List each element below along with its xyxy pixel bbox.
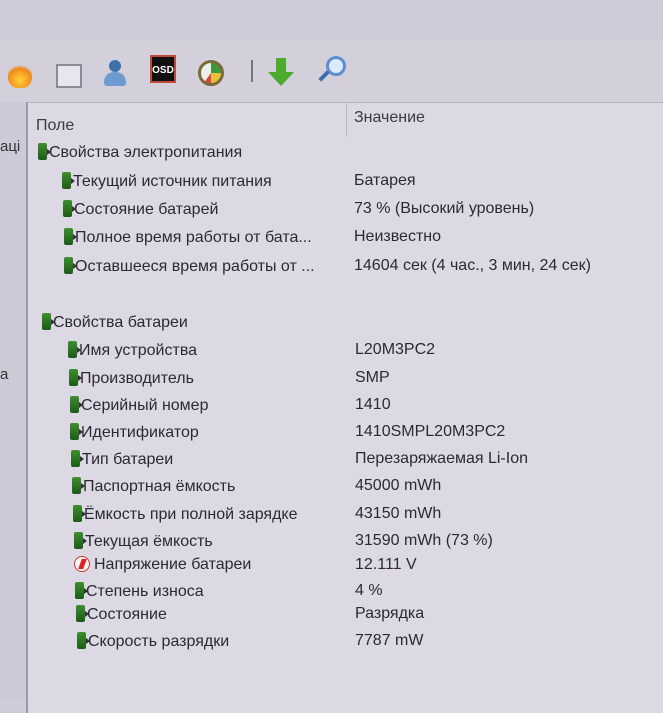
battery-icon — [70, 423, 83, 440]
field-value: 73 % (Высокий уровень) — [354, 200, 535, 217]
field-value: Неизвестно — [354, 228, 442, 245]
gauge-icon[interactable] — [198, 60, 224, 86]
table-row[interactable]: Полное время работы от бата... — [64, 228, 312, 247]
table-row[interactable]: Состояние — [76, 605, 167, 624]
field-label: Текущий источник питания — [73, 173, 272, 190]
field-label: Серийный номер — [81, 397, 209, 414]
field-label: Оставшееся время работы от ... — [75, 258, 315, 275]
battery-icon — [63, 200, 76, 217]
field-value: 7787 mW — [355, 632, 424, 649]
table-row[interactable]: Производитель — [69, 369, 194, 388]
table-row[interactable]: Текущий источник питания — [62, 172, 272, 191]
table-row[interactable]: Состояние батарей — [63, 200, 218, 219]
field-value: Батарея — [354, 172, 416, 189]
scheduler-icon[interactable] — [56, 64, 82, 88]
voltage-icon — [74, 556, 90, 572]
field-label: Напряжение батареи — [94, 556, 252, 573]
field-label: Идентификатор — [81, 424, 199, 441]
column-divider[interactable] — [346, 103, 347, 137]
table-row[interactable]: Серийный номер — [70, 396, 208, 415]
column-header-value[interactable]: Значение — [354, 109, 425, 143]
fire-icon[interactable] — [8, 62, 32, 88]
battery-icon — [76, 605, 89, 622]
field-label: Имя устройства — [79, 342, 198, 359]
table-row[interactable]: Напряжение батареи — [74, 556, 251, 574]
user-icon[interactable] — [102, 60, 128, 88]
battery-icon — [68, 341, 81, 358]
field-value: 12.111 V — [355, 556, 417, 573]
field-label: Производитель — [80, 370, 194, 387]
field-label: Полное время работы от бата... — [75, 229, 312, 246]
battery-icon — [38, 143, 51, 160]
left-pane-fragment[interactable]: а — [0, 366, 8, 383]
field-label: Состояние — [87, 606, 167, 623]
field-value: Перезаряжаемая Li-Ion — [355, 450, 528, 467]
table-row[interactable]: Оставшееся время работы от ... — [64, 257, 315, 276]
battery-icon — [74, 532, 87, 549]
table-row[interactable]: Степень износа — [75, 582, 204, 601]
field-value: 31590 mWh (73 %) — [355, 532, 493, 549]
table-row[interactable]: Текущая ёмкость — [74, 532, 213, 551]
table-row[interactable]: Идентификатор — [70, 423, 199, 442]
field-label: Состояние батарей — [74, 201, 219, 218]
battery-icon — [73, 505, 86, 522]
toolbar-separator — [251, 60, 253, 82]
table-row[interactable]: Тип батареи — [71, 450, 173, 469]
battery-icon — [70, 396, 83, 413]
toolbar — [0, 40, 663, 102]
field-value: 1410SMPL20M3PC2 — [355, 423, 506, 440]
battery-icon — [42, 313, 55, 330]
field-value: 4 % — [355, 582, 383, 599]
download-arrow-icon[interactable] — [268, 58, 294, 86]
field-label: Скорость разрядки — [88, 633, 230, 650]
group-title: Свойства батареи — [53, 314, 188, 331]
group-row[interactable]: Свойства электропитания — [38, 143, 242, 162]
field-label: Ёмкость при полной зарядке — [84, 506, 298, 523]
field-label: Паспортная ёмкость — [83, 478, 236, 495]
field-value: 1410 — [355, 396, 391, 413]
details-table: Поле Значение Свойства электропитания Тек… — [26, 102, 663, 713]
group-title: Свойства электропитания — [49, 144, 243, 161]
battery-icon — [64, 257, 77, 274]
osd-icon[interactable]: OSD — [150, 55, 176, 83]
field-value: 43150 mWh — [355, 505, 442, 522]
battery-icon — [72, 477, 85, 494]
search-icon[interactable] — [318, 56, 346, 84]
battery-icon — [75, 582, 88, 599]
battery-icon — [71, 450, 84, 467]
table-row[interactable]: Ёмкость при полной зарядке — [73, 505, 298, 524]
table-row[interactable]: Паспортная ёмкость — [72, 477, 235, 496]
battery-icon — [77, 632, 90, 649]
table-row[interactable]: Скорость разрядки — [77, 632, 229, 651]
battery-icon — [69, 369, 82, 386]
field-value: 14604 сек (4 час., 3 мин, 24 сек) — [354, 257, 591, 274]
battery-icon — [62, 172, 75, 189]
field-label: Тип батареи — [82, 451, 174, 468]
battery-icon — [64, 228, 77, 245]
table-row[interactable]: Имя устройства — [68, 341, 197, 360]
field-value: SMP — [355, 369, 390, 386]
field-value: L20M3PC2 — [355, 341, 436, 358]
field-label: Текущая ёмкость — [85, 533, 213, 550]
left-pane-fragment[interactable]: аці — [0, 138, 20, 155]
field-value: Разрядка — [355, 605, 425, 622]
field-value: 45000 mWh — [355, 477, 442, 494]
field-label: Степень износа — [86, 583, 204, 600]
left-pane: аці а — [0, 102, 26, 700]
group-row[interactable]: Свойства батареи — [42, 313, 188, 332]
